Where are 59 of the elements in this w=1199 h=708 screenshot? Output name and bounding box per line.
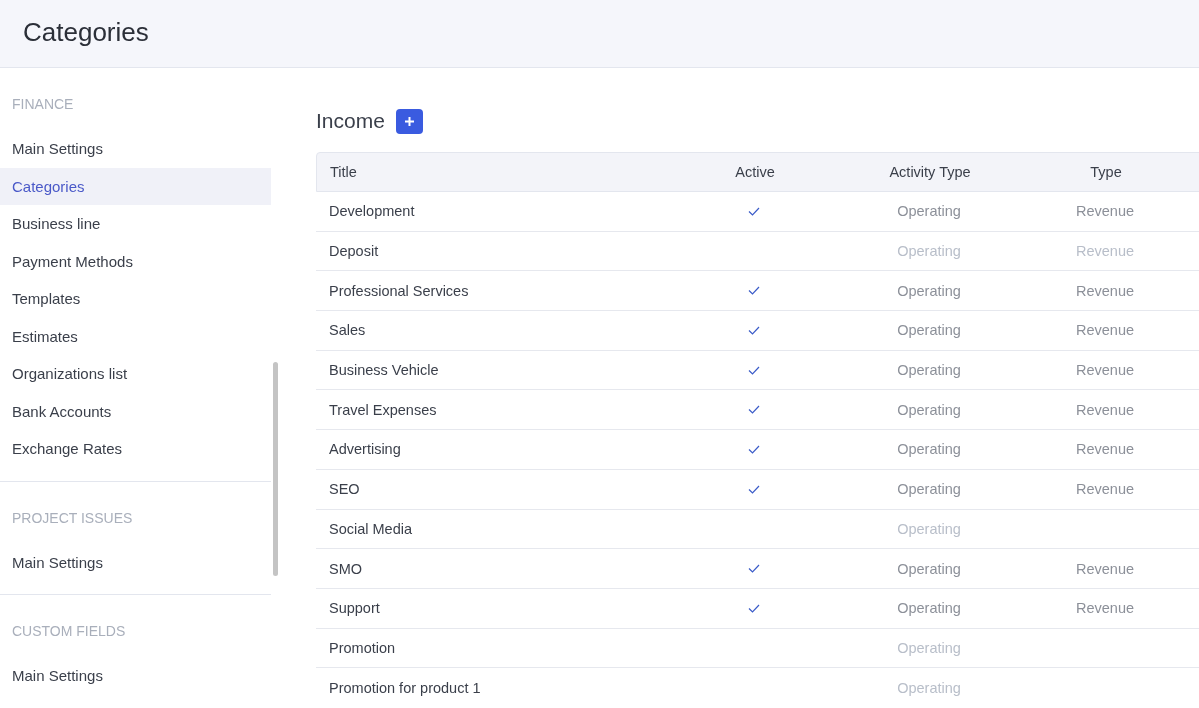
table-cell: Operating	[897, 441, 961, 458]
sidebar-item[interactable]: Main Settings	[0, 657, 271, 695]
table-cell: Advertising	[329, 441, 401, 458]
table-cell: Revenue	[1075, 322, 1134, 339]
table-cell: Operating	[897, 282, 961, 299]
column-header: Active	[735, 164, 775, 180]
column-header: Title	[330, 164, 357, 180]
sidebar-item[interactable]: Bank Accounts	[0, 392, 271, 430]
table-cell: SEO	[329, 481, 360, 498]
table-cell: Support	[329, 600, 380, 617]
table-cell: Operating	[897, 520, 961, 537]
table-cell: Operating	[897, 401, 961, 418]
table-cell: Promotion for product 1	[329, 679, 481, 696]
table-cell: Operating	[897, 600, 961, 617]
add-button[interactable]	[395, 108, 423, 134]
table-cell: Operating	[897, 639, 961, 656]
table-cell: Deposit	[329, 243, 379, 260]
table-cell: Revenue	[1075, 600, 1134, 617]
sidebar-item[interactable]: Exchange Rates	[0, 430, 271, 468]
sidebar-item[interactable]: Payment Methods	[0, 242, 271, 280]
plus-icon	[403, 115, 415, 127]
sidebar-item[interactable]: Main Settings	[0, 130, 271, 168]
column-header: Activity Type	[889, 164, 971, 180]
section-label: CUSTOM FIELDS	[11, 622, 127, 641]
table-cell: Operating	[897, 679, 961, 696]
table-cell: Sales	[329, 322, 366, 339]
table-cell: Operating	[897, 203, 961, 220]
sidebar-item[interactable]: Main Settings	[0, 543, 271, 581]
table-cell: Revenue	[1075, 243, 1134, 260]
scrollbar[interactable]	[273, 362, 278, 576]
table-cell: Revenue	[1075, 481, 1134, 498]
table-cell: Revenue	[1075, 203, 1134, 220]
table-cell: Business Vehicle	[329, 362, 439, 379]
sidebar-item[interactable]: Templates	[0, 280, 271, 318]
table-cell: Operating	[897, 560, 961, 577]
table-cell: Professional Services	[329, 282, 469, 299]
table-cell: Revenue	[1075, 560, 1134, 577]
table-cell: Revenue	[1075, 282, 1134, 299]
table-cell: Operating	[897, 322, 961, 339]
table-cell: Revenue	[1075, 441, 1134, 458]
table-cell: Development	[329, 203, 415, 220]
table-cell: Operating	[897, 481, 961, 498]
table-cell: SMO	[329, 560, 363, 577]
page-title: Categories	[22, 16, 150, 48]
sidebar-item[interactable]: Business line	[0, 205, 271, 243]
table-cell: Social Media	[329, 520, 412, 537]
section-label: FINANCE	[11, 95, 75, 114]
table-cell: Promotion	[329, 639, 396, 656]
sidebar-item[interactable]: Categories	[0, 167, 271, 205]
sidebar-item[interactable]: Estimates	[0, 317, 271, 355]
table-cell: Operating	[897, 362, 961, 379]
sidebar-item[interactable]: Organizations list	[0, 355, 271, 393]
section-label: PROJECT ISSUES	[11, 508, 134, 528]
table-cell: Revenue	[1075, 362, 1134, 379]
section-title: Income	[316, 109, 385, 133]
table-cell: Revenue	[1075, 401, 1134, 418]
table-cell: Travel Expenses	[329, 401, 437, 418]
column-header: Type	[1090, 164, 1122, 180]
table-cell: Operating	[897, 243, 961, 260]
